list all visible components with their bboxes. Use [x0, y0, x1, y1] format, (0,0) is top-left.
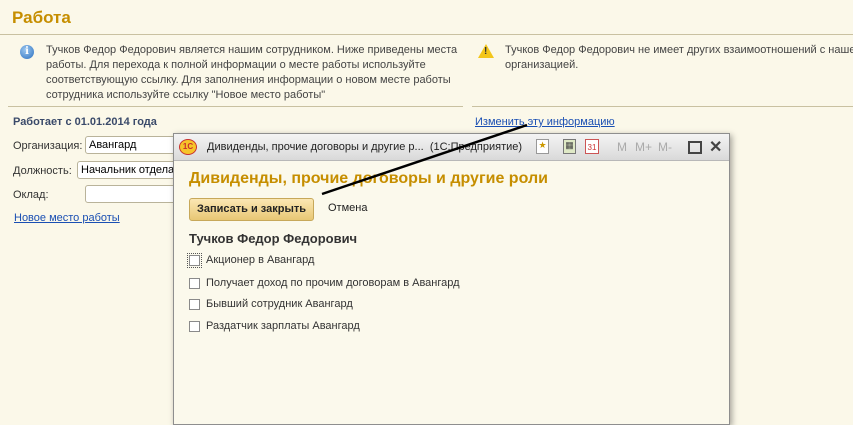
annotation-arrow [321, 123, 528, 196]
annotation-arrow-line [321, 123, 528, 196]
